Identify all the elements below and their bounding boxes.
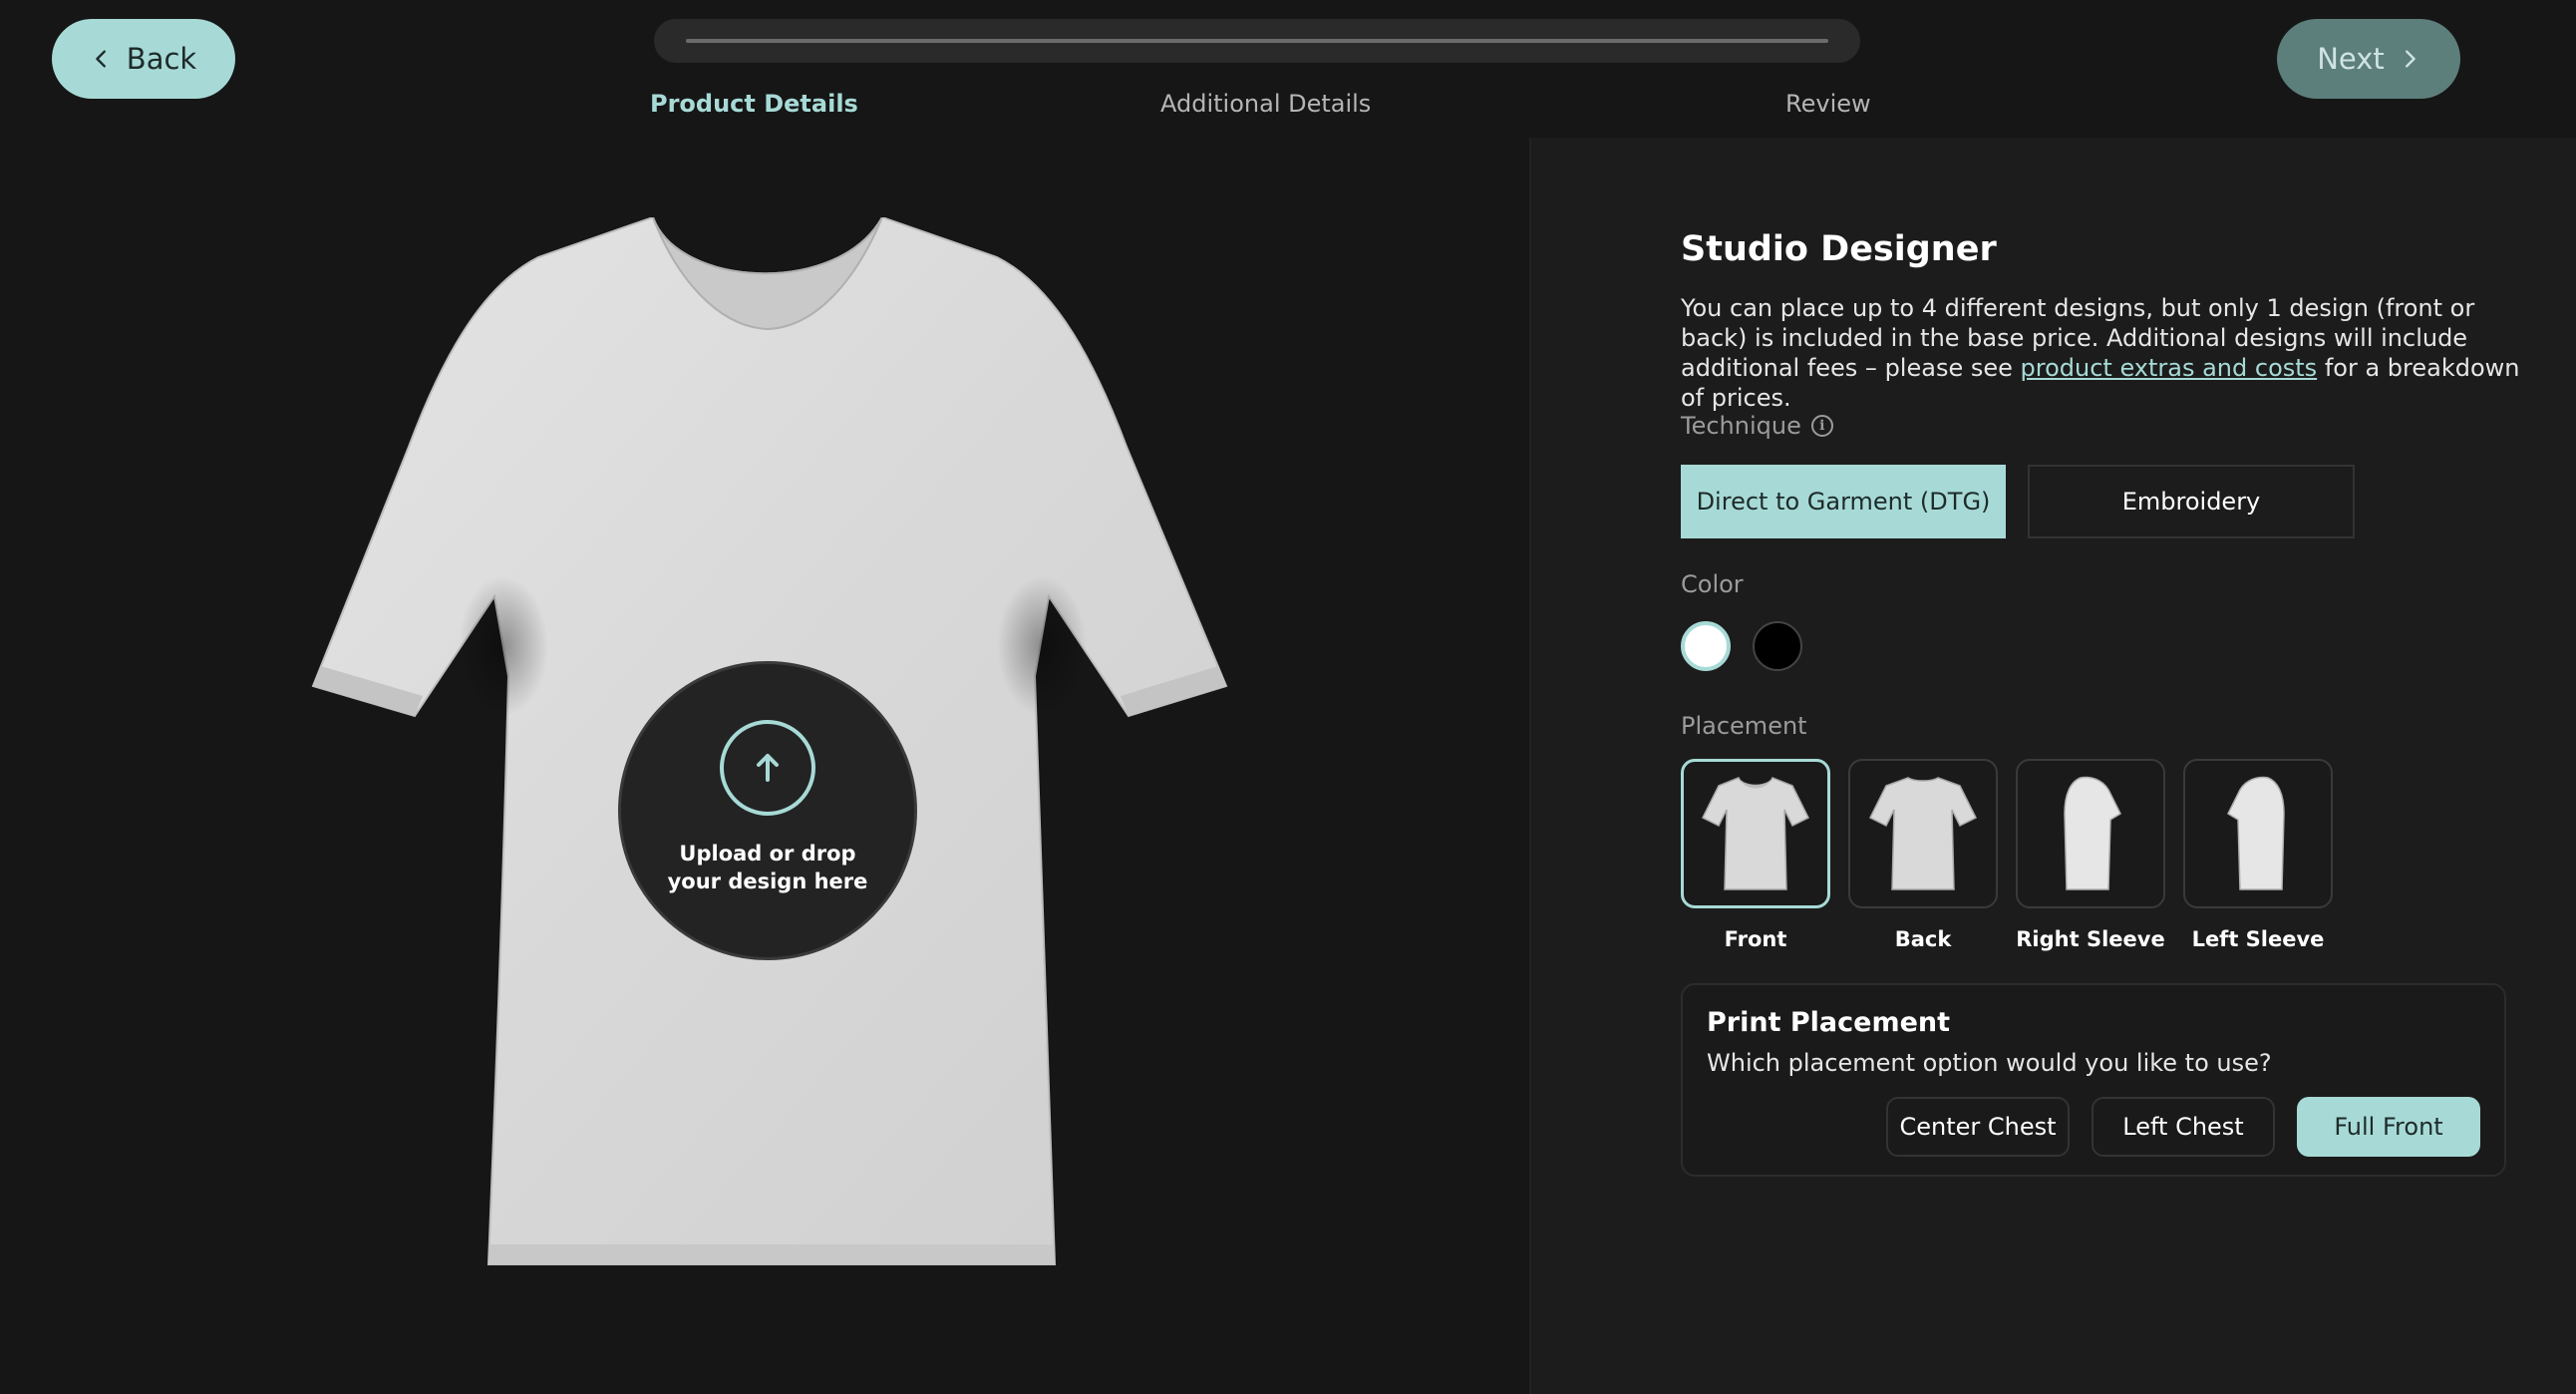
placement-left-sleeve-card[interactable] (2183, 759, 2333, 908)
tshirt-left-sleeve-icon (2227, 776, 2285, 890)
tshirt-back-icon (1868, 777, 1978, 890)
upload-text-line1: Upload or drop (679, 842, 856, 866)
print-placement-title: Print Placement (1707, 1007, 1951, 1038)
placement-back-label: Back (1894, 927, 1952, 951)
color-swatch-black[interactable] (1753, 621, 1802, 671)
chevron-left-icon (96, 50, 106, 68)
panel-description: You can place up to 4 different designs,… (1681, 293, 2528, 413)
step-product-details[interactable]: Product Details (650, 90, 858, 118)
back-label: Back (126, 42, 197, 76)
step-review[interactable]: Review (1785, 90, 1871, 118)
placement-right-sleeve-card[interactable] (2016, 759, 2165, 908)
technique-label: Technique i (1681, 412, 1833, 440)
design-preview: Upload or drop your design here (0, 138, 1529, 1394)
step-additional-details[interactable]: Additional Details (1160, 90, 1371, 118)
left-chest-button[interactable]: Left Chest (2092, 1097, 2275, 1157)
next-button[interactable]: Next (2277, 19, 2460, 99)
technique-label-text: Technique (1681, 412, 1801, 440)
technique-embroidery-button[interactable]: Embroidery (2028, 465, 2355, 538)
upload-text: Upload or drop your design here (658, 840, 877, 895)
upload-dropzone[interactable]: Upload or drop your design here (618, 661, 917, 960)
panel-title: Studio Designer (1681, 229, 1997, 269)
upload-text-line2: your design here (667, 870, 868, 893)
next-label: Next (2317, 42, 2385, 76)
print-placement-question: Which placement option would you like to… (1707, 1049, 2272, 1077)
full-front-button[interactable]: Full Front (2297, 1097, 2480, 1157)
technique-dtg-button[interactable]: Direct to Garment (DTG) (1681, 465, 2006, 538)
placement-front-card[interactable] (1681, 759, 1830, 908)
arrow-up-icon (757, 754, 779, 782)
back-button[interactable]: Back (52, 19, 235, 99)
progress-line (686, 39, 1828, 43)
tshirt-right-sleeve-icon (2064, 776, 2121, 890)
extras-costs-link[interactable]: product extras and costs (2021, 354, 2318, 382)
print-placement-box: Print Placement Which placement option w… (1681, 983, 2506, 1177)
placement-left-sleeve-label: Left Sleeve (2191, 927, 2325, 951)
progress-bar (654, 19, 1860, 63)
center-chest-button[interactable]: Center Chest (1886, 1097, 2070, 1157)
placement-right-sleeve-label: Right Sleeve (2016, 927, 2165, 951)
color-swatch-white[interactable] (1681, 621, 1731, 671)
designer-panel: Studio Designer You can place up to 4 di… (1529, 138, 2576, 1394)
placement-label: Placement (1681, 712, 1807, 740)
color-label: Color (1681, 570, 1744, 598)
chevron-right-icon (2405, 50, 2415, 68)
tshirt-front-icon (1701, 777, 1810, 890)
info-icon[interactable]: i (1810, 415, 1833, 437)
placement-front-label: Front (1724, 927, 1787, 951)
placement-back-card[interactable] (1848, 759, 1998, 908)
upload-icon-ring (720, 720, 815, 816)
